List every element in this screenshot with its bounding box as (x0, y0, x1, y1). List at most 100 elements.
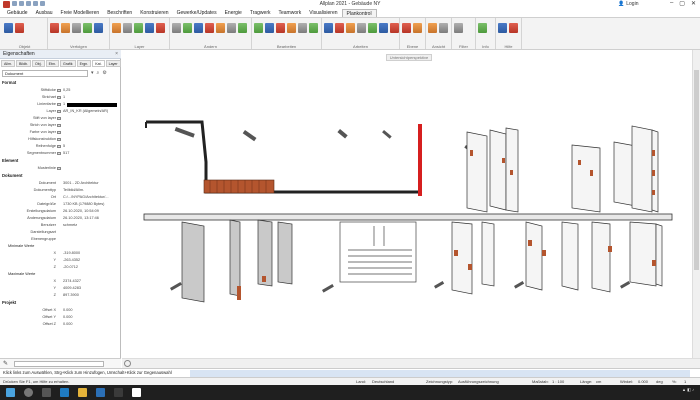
tab-3[interactable]: Beschriften (103, 9, 136, 17)
palette-tab-1[interactable]: Bildb. (16, 60, 31, 67)
tool-icon[interactable] (83, 23, 92, 33)
property-swatch-icon[interactable] (57, 145, 61, 148)
object-type-select[interactable]: Dokument (2, 70, 88, 77)
property-swatch-icon[interactable] (57, 131, 61, 134)
pencil-icon[interactable]: ✎ (3, 360, 8, 367)
property-swatch-icon[interactable] (57, 103, 61, 106)
tool-icon[interactable] (428, 23, 437, 33)
tool-icon[interactable] (112, 23, 121, 33)
tool-icon[interactable] (61, 23, 70, 33)
property-value[interactable]: schmetz (63, 222, 77, 229)
tool-icon[interactable] (498, 23, 507, 33)
tab-6[interactable]: Energie (221, 9, 246, 17)
login-button[interactable]: 👤 Login (618, 1, 638, 7)
tool-icon[interactable] (454, 23, 463, 33)
property-value[interactable]: 1 (63, 94, 65, 101)
tool-icon[interactable] (439, 23, 448, 33)
length-value[interactable]: cm (596, 378, 601, 385)
tool-icon[interactable] (335, 23, 344, 33)
tool-icon[interactable] (509, 23, 518, 33)
drawing-canvas[interactable]: Untersichtperspektive (122, 50, 700, 368)
tool-icon[interactable] (172, 23, 181, 33)
windows-start-icon[interactable] (6, 388, 15, 397)
tool-icon[interactable] (15, 23, 24, 33)
tab-0[interactable]: Gebäude (3, 9, 32, 17)
tool-icon[interactable] (50, 23, 59, 33)
property-section[interactable]: Format (0, 79, 121, 86)
zoom-icon[interactable]: ⌕ (97, 70, 100, 76)
palette-tab-0[interactable]: Allm. (1, 60, 15, 67)
property-value[interactable]: 0.000 (63, 314, 73, 321)
minimize-button[interactable]: – (670, 0, 673, 7)
tab-5[interactable]: Gewerke/Updates (173, 9, 221, 17)
drawing-type-value[interactable]: Ausführungszeichnung (458, 378, 499, 385)
property-value[interactable]: Teilbild/Allm. (63, 187, 84, 194)
tool-icon[interactable] (94, 23, 103, 33)
property-value[interactable]: 897.3900 (63, 292, 79, 299)
tool-icon[interactable] (413, 23, 422, 33)
property-swatch-icon[interactable] (57, 124, 61, 127)
tool-icon[interactable] (194, 23, 203, 33)
property-value[interactable]: -20.0712 (63, 264, 78, 271)
task-view-icon[interactable] (42, 388, 51, 397)
property-swatch-icon[interactable] (57, 89, 61, 92)
property-value[interactable]: 2374.4327 (63, 278, 81, 285)
save-icon[interactable] (26, 1, 31, 6)
property-value[interactable]: 0.000 (63, 321, 73, 328)
palette-tab-3[interactable]: Ebn. (45, 60, 59, 67)
tool-icon[interactable] (357, 23, 366, 33)
property-section[interactable]: Element (0, 157, 121, 164)
building-model-3d-view[interactable] (122, 50, 692, 358)
open-file-icon[interactable] (19, 1, 24, 6)
tool-icon[interactable] (183, 23, 192, 33)
maximize-button[interactable]: ▢ (679, 0, 685, 7)
tool-icon[interactable] (287, 23, 296, 33)
angle-value[interactable]: 0.000 (638, 378, 648, 385)
land-value[interactable]: Deutschland (372, 378, 394, 385)
store-icon[interactable] (96, 388, 105, 397)
property-section[interactable]: Projekt (0, 299, 121, 306)
tool-icon[interactable] (402, 23, 411, 33)
property-value[interactable]: AR_IN_KR (Allgemein/AR) (63, 108, 108, 115)
tool-icon[interactable] (145, 23, 154, 33)
search-icon[interactable] (24, 388, 33, 397)
horizontal-scrollbar[interactable] (122, 358, 700, 368)
property-swatch-icon[interactable] (57, 117, 61, 120)
tab-10[interactable]: Plankontrol (341, 9, 377, 17)
tool-icon[interactable] (379, 23, 388, 33)
undo-icon[interactable] (33, 1, 38, 6)
tool-icon[interactable] (227, 23, 236, 33)
file-explorer-icon[interactable] (78, 388, 87, 397)
property-value[interactable]: 1 (63, 101, 65, 108)
property-value[interactable]: C:/.../NYPAG/Architektur/... (63, 194, 109, 201)
redo-icon[interactable] (40, 1, 45, 6)
allplan-taskbar-icon[interactable] (132, 388, 141, 397)
scale-value[interactable]: 1 : 100 (552, 378, 564, 385)
tool-icon[interactable] (156, 23, 165, 33)
tool-icon[interactable] (346, 23, 355, 33)
settings-icon[interactable]: ⚙ (102, 70, 106, 76)
filter-icon[interactable]: ▾ (91, 70, 94, 76)
property-value[interactable]: -263.4352 (63, 257, 80, 264)
property-value[interactable]: 26.10.2020, 13:17:46 (63, 215, 99, 222)
palette-tab-6[interactable]: Kat. (92, 60, 105, 67)
tool-icon[interactable] (276, 23, 285, 33)
allplan-logo-icon[interactable] (3, 1, 10, 8)
tab-7[interactable]: Tragwerk (246, 9, 275, 17)
property-value[interactable]: 0.000 (63, 307, 73, 314)
tab-4[interactable]: Konstruieren (136, 9, 172, 17)
vertical-scrollbar[interactable] (692, 50, 700, 358)
tab-8[interactable]: Teamwork (274, 9, 305, 17)
tool-icon[interactable] (298, 23, 307, 33)
tab-2[interactable]: Freie Modellieren (57, 9, 104, 17)
property-value[interactable]: -319.8000 (63, 250, 80, 257)
property-value[interactable]: 1730 KB (179880 Bytes) (63, 201, 104, 208)
palette-search-field[interactable] (14, 361, 104, 367)
property-value[interactable]: 4009.4283 (63, 285, 81, 292)
property-value[interactable]: 3001 - 2D Architektur (63, 180, 99, 187)
tool-icon[interactable] (265, 23, 274, 33)
tool-icon[interactable] (123, 23, 132, 33)
property-swatch-icon[interactable] (57, 110, 61, 113)
tool-icon[interactable] (309, 23, 318, 33)
tool-icon[interactable] (4, 23, 13, 33)
